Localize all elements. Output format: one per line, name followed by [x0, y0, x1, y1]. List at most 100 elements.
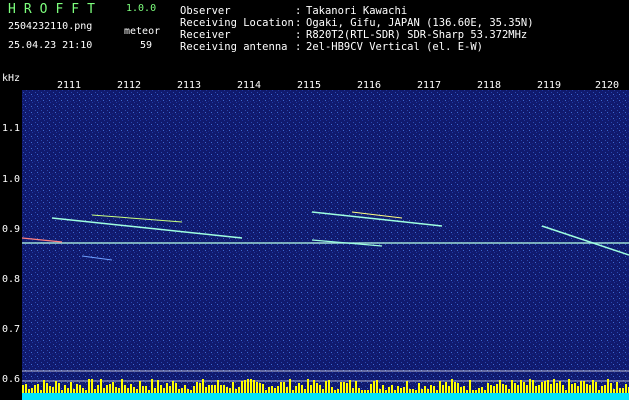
level-bar — [493, 386, 495, 393]
level-bar — [466, 390, 468, 393]
level-bar — [130, 384, 132, 393]
level-bar — [448, 386, 450, 393]
level-bar — [445, 382, 447, 393]
level-bar — [181, 388, 183, 393]
level-bar — [91, 379, 93, 393]
location-colon: : — [295, 17, 302, 29]
level-bar — [598, 390, 600, 393]
level-bar — [262, 384, 264, 393]
y-axis-unit: kHz — [2, 73, 21, 84]
level-bar — [505, 385, 507, 393]
level-bar — [502, 384, 504, 393]
level-bar — [274, 388, 276, 393]
level-bar — [415, 390, 417, 393]
level-bar — [121, 379, 123, 393]
level-bar — [469, 380, 471, 393]
level-bar — [175, 383, 177, 393]
level-bar — [100, 379, 102, 393]
level-bar — [520, 380, 522, 393]
level-bar — [127, 388, 129, 393]
level-bar — [601, 386, 603, 393]
level-bar — [577, 386, 579, 393]
meteor-count: 59 — [140, 40, 153, 51]
level-bar — [481, 387, 483, 393]
level-bar — [616, 382, 618, 393]
level-bar — [358, 388, 360, 393]
level-bar — [382, 385, 384, 393]
level-bar — [28, 389, 30, 393]
level-bar — [361, 390, 363, 393]
level-bar — [424, 386, 426, 393]
level-bar — [496, 384, 498, 393]
level-bar — [106, 385, 108, 393]
level-bar — [70, 382, 72, 393]
app-version: 1.0.0 — [126, 3, 157, 14]
level-bar — [550, 384, 552, 393]
level-bar — [124, 385, 126, 393]
level-bar — [166, 383, 168, 393]
level-bar — [313, 380, 315, 393]
level-bar — [499, 380, 501, 393]
level-bar — [187, 389, 189, 393]
level-bar — [370, 384, 372, 393]
level-bar — [286, 387, 288, 393]
level-bar — [112, 382, 114, 393]
level-bar — [298, 383, 300, 393]
level-bar — [544, 381, 546, 393]
level-bar — [538, 385, 540, 393]
level-bar — [484, 390, 486, 393]
level-bar — [193, 386, 195, 393]
level-bar — [526, 385, 528, 393]
level-bar — [322, 389, 324, 393]
level-bar — [79, 385, 81, 393]
level-bar — [202, 379, 204, 393]
level-bar — [607, 379, 609, 393]
y-tick-label: 0.9 — [2, 224, 21, 235]
level-bar — [142, 386, 144, 393]
level-bar — [277, 386, 279, 393]
level-bar — [514, 383, 516, 393]
level-bar — [133, 387, 135, 393]
y-tick-label: 0.8 — [2, 274, 21, 285]
antenna-colon: : — [295, 41, 302, 53]
level-bar — [421, 389, 423, 393]
level-bar — [334, 390, 336, 393]
level-bar — [256, 382, 258, 393]
level-bar — [301, 385, 303, 393]
level-bar — [220, 385, 222, 393]
level-bar — [547, 380, 549, 393]
level-floor — [22, 393, 629, 400]
level-bar — [316, 383, 318, 393]
level-bar — [385, 390, 387, 393]
level-bar — [463, 386, 465, 393]
level-bar — [592, 380, 594, 393]
file-name: 2504232110.png — [8, 21, 93, 32]
spectrogram-canvas — [22, 90, 629, 400]
level-bar — [436, 390, 438, 393]
level-bar — [511, 380, 513, 393]
level-bar — [349, 380, 351, 393]
level-bar — [517, 385, 519, 393]
level-bar — [373, 381, 375, 393]
level-bar — [487, 383, 489, 393]
level-bar — [508, 389, 510, 393]
level-bar — [292, 390, 294, 393]
level-bar — [553, 379, 555, 393]
level-bar — [52, 387, 54, 393]
level-bar — [460, 387, 462, 393]
level-bar — [571, 384, 573, 393]
level-bar — [394, 390, 396, 393]
level-bar — [88, 379, 90, 393]
level-bar — [478, 388, 480, 393]
level-bar — [235, 389, 237, 393]
level-bar — [103, 388, 105, 393]
level-bar — [307, 379, 309, 393]
observer-colon: : — [295, 5, 302, 17]
level-bar — [148, 390, 150, 393]
level-bar — [55, 381, 57, 393]
level-bar — [559, 381, 561, 393]
level-bar — [595, 382, 597, 393]
level-bar — [250, 379, 252, 393]
receiver-value: R820T2(RTL-SDR) SDR-Sharp 53.372MHz — [306, 29, 528, 41]
level-bar — [442, 385, 444, 393]
